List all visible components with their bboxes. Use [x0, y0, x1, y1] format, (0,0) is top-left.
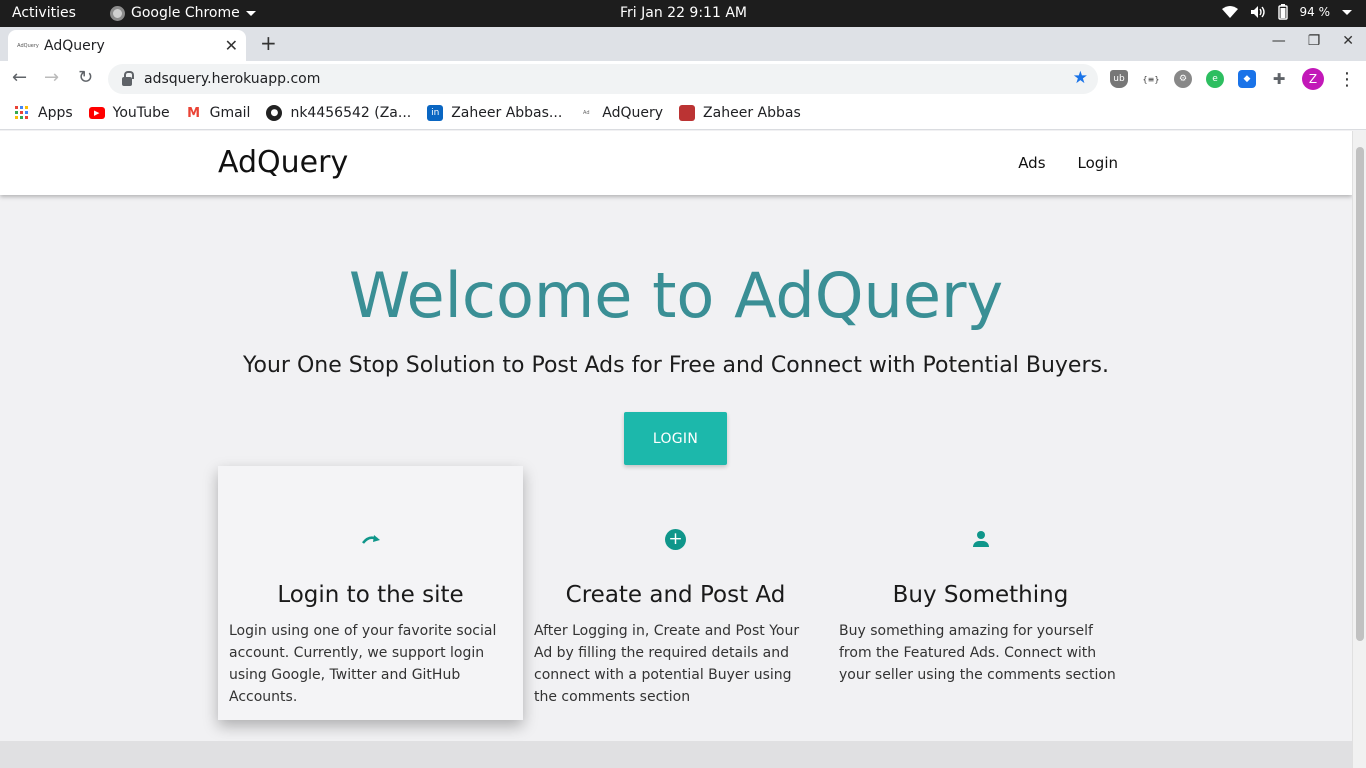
chrome-icon — [110, 5, 125, 21]
page-viewport: AdQuery Ads Login Welcome to AdQuery You… — [0, 131, 1352, 768]
feature-text: Buy something amazing for yourself from … — [839, 623, 1116, 683]
login-button[interactable]: LOGIN — [624, 412, 727, 465]
app-menu[interactable]: Google Chrome — [110, 5, 256, 21]
gmail-icon: M — [187, 105, 201, 121]
bookmark-label: AdQuery — [602, 105, 664, 121]
youtube-icon: ▶ — [88, 107, 105, 119]
bookmark-label: Zaheer Abbas... — [451, 105, 563, 121]
add-circle-icon: + — [665, 528, 687, 550]
bookmark-youtube[interactable]: ▶ YouTube — [88, 105, 170, 121]
bookmark-label: Zaheer Abbas — [703, 105, 801, 121]
browser-toolbar: ← → ↻ adsquery.herokuapp.com ★ ub {≡} ⚙ … — [0, 61, 1366, 97]
bookmark-label: Apps — [38, 105, 73, 121]
nav-link-login[interactable]: Login — [1078, 154, 1118, 172]
github-icon: ● — [266, 105, 283, 121]
chrome-menu-icon[interactable]: ⋮ — [1338, 69, 1356, 90]
apps-grid-icon — [14, 105, 30, 121]
clock[interactable]: Fri Jan 22 9:11 AM — [620, 5, 747, 21]
ublock-extension-icon[interactable]: ub — [1110, 70, 1128, 88]
system-menu-chevron-icon — [1342, 9, 1352, 15]
hero-subtitle: Your One Stop Solution to Post Ads for F… — [243, 353, 1109, 378]
feature-title: Buy Something — [892, 582, 1069, 608]
browser-tab[interactable]: AdQuery AdQuery ✕ — [8, 30, 246, 61]
back-arrow-icon[interactable]: ← — [12, 67, 27, 88]
puzzle-extensions-icon[interactable]: ✚ — [1270, 70, 1288, 88]
bookmark-label: Gmail — [209, 105, 251, 121]
site-brand[interactable]: AdQuery — [218, 145, 348, 180]
linkedin-icon: in — [427, 105, 444, 121]
site-navbar: AdQuery Ads Login — [0, 131, 1352, 195]
feature-card-buy: Buy Something Buy something amazing for … — [828, 466, 1133, 720]
battery-icon — [1277, 4, 1288, 20]
minimize-icon[interactable]: — — [1272, 33, 1286, 49]
page-scrollbar[interactable] — [1352, 131, 1366, 768]
feature-card-login: Login to the site Login using one of you… — [218, 466, 523, 720]
feature-title: Create and Post Ad — [565, 582, 786, 608]
settings-extension-icon[interactable]: ⚙ — [1174, 70, 1192, 88]
bookmarks-bar: Apps ▶ YouTube M Gmail ● nk4456542 (Za..… — [0, 97, 1366, 130]
adquery-favicon: Ad — [583, 110, 590, 116]
lock-icon[interactable] — [122, 70, 134, 86]
nav-link-ads[interactable]: Ads — [1018, 154, 1045, 172]
bookmark-label: nk4456542 (Za... — [290, 105, 412, 121]
tab-title: AdQuery — [44, 37, 105, 54]
profile-avatar[interactable]: Z — [1302, 68, 1324, 90]
forward-arrow-icon[interactable]: → — [44, 67, 59, 88]
feature-text: After Logging in, Create and Post Your A… — [534, 623, 800, 705]
bookmark-label: YouTube — [112, 105, 170, 121]
hero-title: Welcome to AdQuery — [348, 259, 1004, 332]
bookmark-apps[interactable]: Apps — [14, 105, 73, 121]
footer-strip — [0, 741, 1352, 768]
activities-button[interactable]: Activities — [12, 5, 76, 21]
feature-title: Login to the site — [277, 582, 464, 608]
bookmark-zaheer-abbas[interactable]: Zaheer Abbas — [679, 105, 801, 121]
volume-icon — [1250, 6, 1265, 18]
restore-icon[interactable]: ❐ — [1308, 33, 1321, 49]
blue-extension-icon[interactable]: ◆ — [1238, 70, 1256, 88]
wifi-icon — [1221, 6, 1238, 18]
reload-icon[interactable]: ↻ — [78, 67, 93, 88]
extensions-area: ub {≡} ⚙ e ◆ ✚ Z ⋮ — [1110, 68, 1356, 90]
feature-card-create-ad: + Create and Post Ad After Logging in, C… — [523, 466, 828, 720]
battery-percent: 94 % — [1299, 5, 1331, 19]
bookmark-gmail[interactable]: M Gmail — [186, 105, 251, 121]
redo-arrow-icon — [360, 528, 382, 550]
nav-links: Ads Login — [1018, 154, 1118, 172]
close-window-icon[interactable]: ✕ — [1342, 33, 1354, 49]
system-tray[interactable]: 94 % — [1221, 4, 1352, 20]
url-text[interactable]: adsquery.herokuapp.com — [144, 71, 320, 87]
bookmark-linkedin[interactable]: in Zaheer Abbas... — [427, 105, 562, 121]
bookmark-adquery[interactable]: Ad AdQuery — [578, 105, 663, 121]
scrollbar-thumb[interactable] — [1356, 147, 1364, 641]
profile-photo-icon — [679, 105, 696, 121]
address-bar[interactable]: adsquery.herokuapp.com ★ — [108, 64, 1098, 94]
bookmark-github[interactable]: ● nk4456542 (Za... — [266, 105, 411, 121]
evernote-extension-icon[interactable]: e — [1206, 70, 1224, 88]
new-tab-icon[interactable]: + — [260, 31, 277, 55]
adquery-favicon: AdQuery — [17, 42, 39, 49]
tab-strip: AdQuery AdQuery ✕ + — ❐ ✕ — [0, 27, 1366, 61]
bookmark-star-icon[interactable]: ★ — [1073, 68, 1088, 88]
feature-text: Login using one of your favorite social … — [229, 623, 497, 705]
chevron-down-icon — [245, 10, 256, 16]
person-icon — [970, 528, 992, 550]
json-extension-icon[interactable]: {≡} — [1142, 70, 1160, 88]
app-menu-label: Google Chrome — [131, 5, 240, 21]
os-top-bar: Activities Google Chrome Fri Jan 22 9:11… — [0, 0, 1366, 27]
close-tab-icon[interactable]: ✕ — [225, 36, 238, 55]
window-controls: — ❐ ✕ — [1272, 33, 1354, 49]
